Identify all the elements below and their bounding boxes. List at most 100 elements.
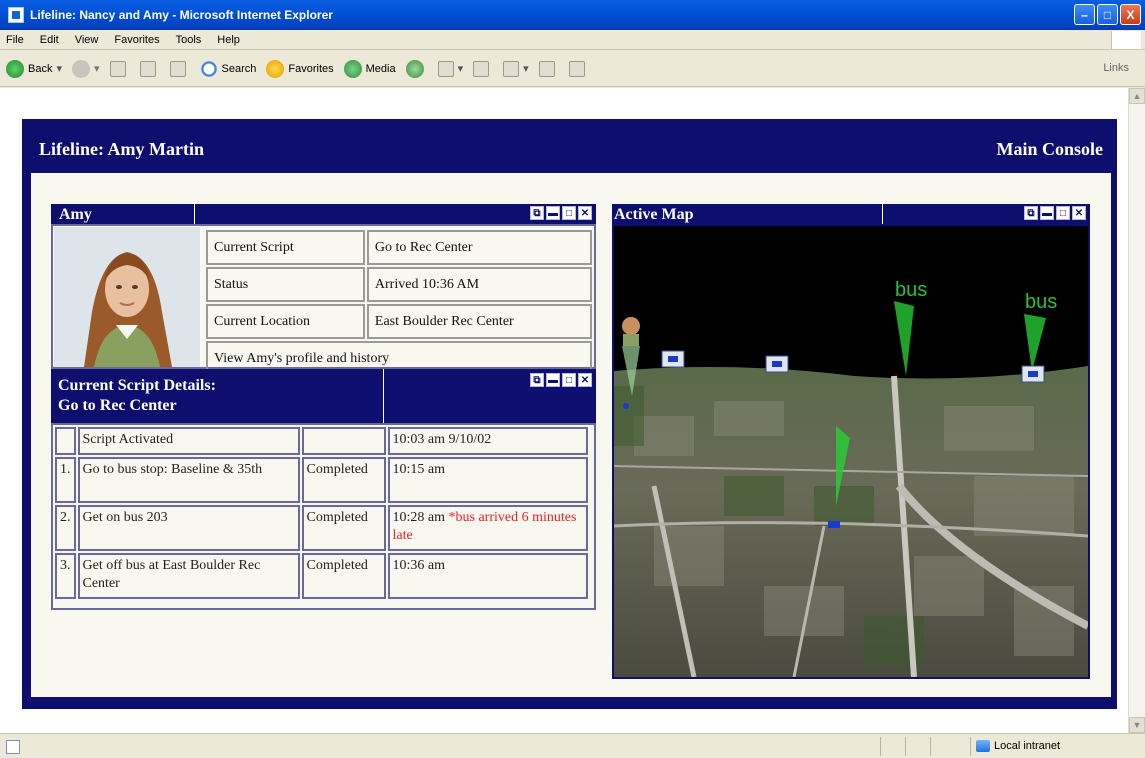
toolbar: Back ▾ ▾ Search Favorites Media ▾ ▾ Link… (0, 51, 1145, 87)
scroll-up-icon[interactable]: ▲ (1129, 88, 1145, 104)
menu-file[interactable]: File (6, 34, 24, 46)
home-button[interactable] (169, 60, 190, 77)
restore-icon[interactable]: ⧉ (530, 373, 544, 387)
vertical-scrollbar[interactable]: ▲ ▼ (1128, 88, 1145, 733)
person-panel-header: Amy ⧉ ▬ □ ✕ (51, 204, 596, 226)
edit-button[interactable]: ▾ (503, 60, 529, 77)
menu-edit[interactable]: Edit (40, 34, 59, 46)
forward-arrow-icon (72, 59, 90, 78)
maximize-icon[interactable]: □ (1056, 206, 1070, 220)
close-icon[interactable]: ✕ (578, 373, 592, 387)
step-time-value: 10:36 am (392, 558, 446, 573)
menu-favorites[interactable]: Favorites (114, 34, 159, 46)
minimize-icon[interactable]: ▬ (546, 373, 560, 387)
maximize-button[interactable]: □ (1097, 4, 1118, 25)
discuss-button[interactable] (538, 60, 559, 77)
bus-label-2: bus (1025, 291, 1057, 313)
step-status: Completed (301, 505, 386, 551)
messenger-button[interactable] (568, 60, 589, 77)
page-icon (6, 740, 20, 754)
back-button[interactable]: Back ▾ (6, 59, 62, 78)
step-time: 10:36 am (387, 553, 588, 599)
minimize-button[interactable]: – (1074, 4, 1095, 25)
script-heading-line2: Go to Rec Center (58, 397, 177, 414)
restore-icon[interactable]: ⧉ (530, 206, 544, 220)
windows-logo-icon (1111, 31, 1141, 49)
step-status: Completed (301, 553, 386, 599)
back-dropdown-icon: ▾ (56, 63, 62, 75)
refresh-button[interactable] (139, 60, 160, 77)
step-time-value: 10:28 am (392, 510, 446, 525)
person-info-table: Current Script Go to Rec Center Status A… (204, 228, 594, 378)
home-icon (169, 60, 186, 77)
minimize-icon[interactable]: ▬ (546, 206, 560, 220)
mail-button[interactable]: ▾ (437, 60, 463, 77)
close-icon[interactable]: ✕ (1072, 206, 1086, 220)
favorites-button[interactable]: Favorites (266, 59, 334, 78)
step-time: 10:28 am *bus arrived 6 minutes late (387, 505, 588, 551)
table-row: Current Script Go to Rec Center (206, 230, 592, 265)
media-button[interactable]: Media (343, 59, 396, 78)
links-label[interactable]: Links (1103, 62, 1129, 74)
active-map[interactable]: bus bus (612, 224, 1090, 679)
stop-button[interactable] (109, 60, 130, 77)
print-button[interactable] (473, 60, 493, 77)
menu-tools[interactable]: Tools (176, 34, 202, 46)
scroll-down-icon[interactable]: ▼ (1129, 717, 1145, 733)
current-location-label: Current Location (206, 304, 365, 339)
table-row: 1. Go to bus stop: Baseline & 35th Compl… (55, 457, 588, 503)
map-panel-controls: ⧉ ▬ □ ✕ (1024, 206, 1086, 220)
main-console-link[interactable]: Main Console (996, 139, 1103, 160)
history-button[interactable] (405, 59, 428, 78)
person-name: Amy (59, 206, 92, 223)
current-script-value: Go to Rec Center (366, 230, 592, 265)
status-label: Status (206, 267, 365, 302)
step-description: Go to bus stop: Baseline & 35th (77, 457, 300, 503)
close-button[interactable]: X (1120, 4, 1141, 25)
forward-button[interactable]: ▾ (72, 59, 100, 78)
messenger-icon (568, 60, 585, 77)
current-location-value: East Boulder Rec Center (366, 304, 592, 339)
close-icon[interactable]: ✕ (578, 206, 592, 220)
lifeline-page: Lifeline: Amy Martin Main Console Amy ⧉ … (22, 119, 1117, 709)
back-label: Back (28, 62, 53, 75)
script-heading-line1: Current Script Details: (58, 377, 216, 394)
security-zone: Local intranet (976, 740, 1060, 752)
minimize-icon[interactable]: ▬ (1040, 206, 1054, 220)
page-title: Lifeline: Amy Martin (39, 139, 204, 159)
script-activated-label: Script Activated (77, 427, 300, 455)
mail-icon (437, 60, 454, 77)
step-number: 1. (55, 457, 76, 503)
media-label: Media (365, 62, 396, 75)
status-value: Arrived 10:36 AM (366, 267, 592, 302)
refresh-icon (139, 60, 156, 77)
ie-icon (8, 7, 24, 23)
person-panel-controls: ⧉ ▬ □ ✕ (530, 206, 592, 220)
search-button[interactable]: Search (199, 59, 257, 78)
menu-help[interactable]: Help (217, 34, 240, 46)
current-script-label: Current Script (206, 230, 365, 265)
step-time-value: 10:15 am (392, 462, 446, 477)
page-header: Lifeline: Amy Martin Main Console (22, 119, 1117, 172)
map-panel-header: Active Map ⧉ ▬ □ ✕ (612, 204, 1090, 226)
aerial-map[interactable]: bus bus (614, 226, 1088, 677)
table-row: Current Location East Boulder Rec Center (206, 304, 592, 339)
maximize-icon[interactable]: □ (562, 206, 576, 220)
menu-view[interactable]: View (75, 34, 99, 46)
map-title: Active Map (614, 206, 694, 223)
search-label: Search (221, 62, 257, 75)
stop-icon (109, 60, 126, 77)
status-bar: Local intranet (0, 733, 1145, 758)
window-controls: – □ X (1074, 4, 1141, 25)
step-status: Completed (301, 457, 386, 503)
script-panel: Script Activated 10:03 am 9/10/02 1. Go … (51, 423, 596, 610)
person-photo (54, 227, 200, 367)
favorites-label: Favorites (288, 62, 334, 75)
intranet-icon (976, 740, 990, 752)
history-icon (405, 59, 424, 78)
restore-icon[interactable]: ⧉ (1024, 206, 1038, 220)
maximize-icon[interactable]: □ (562, 373, 576, 387)
forward-dropdown-icon: ▾ (94, 63, 100, 75)
script-panel-controls: ⧉ ▬ □ ✕ (530, 373, 592, 387)
page-body: Amy ⧉ ▬ □ ✕ Current Script Go to Rec Cen… (31, 173, 1111, 697)
